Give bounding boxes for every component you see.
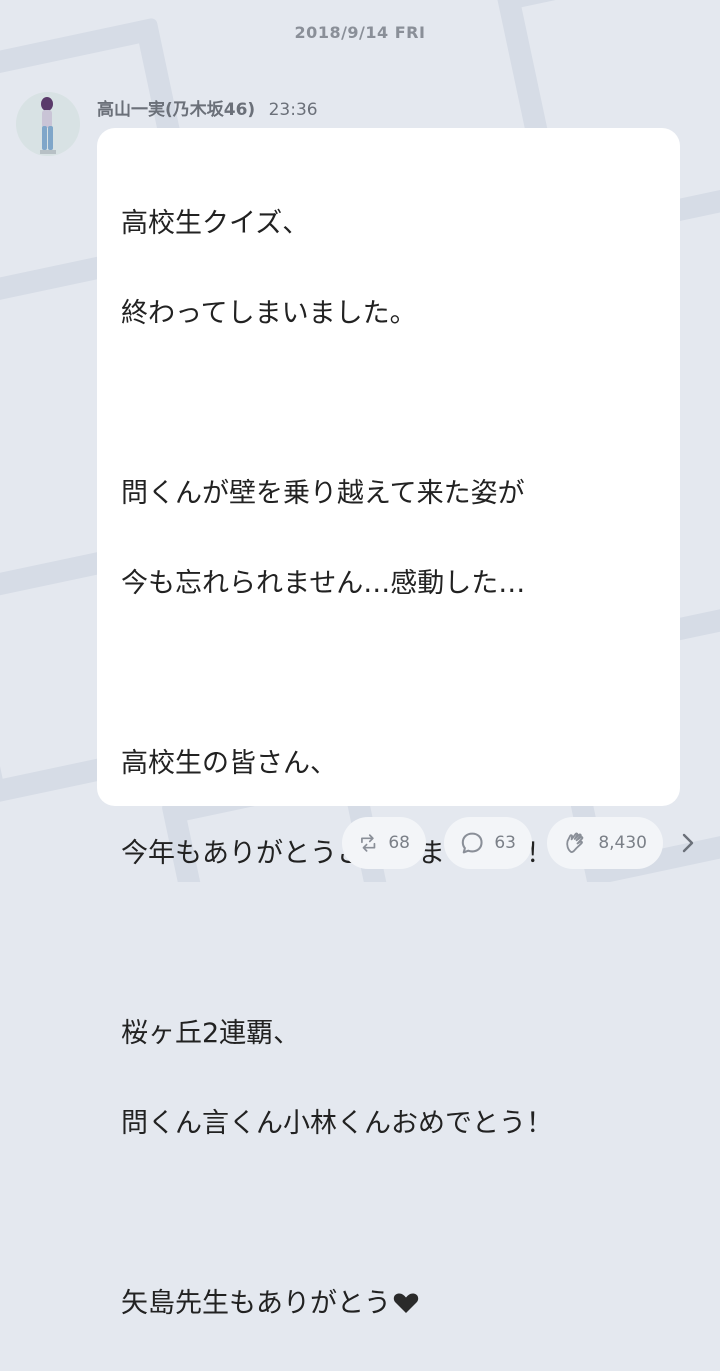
date-label: 2018/9/14 FRI (294, 23, 426, 42)
repost-button[interactable]: 68 (342, 817, 426, 869)
author-name[interactable]: 高山一実(乃木坂46) (97, 100, 255, 120)
message-line: 高校生の皆さん、 (121, 748, 337, 779)
post-header: 高山一実(乃木坂46) 23:36 (97, 95, 318, 120)
message-last-line: 矢島先生もありがとう (121, 1281, 660, 1326)
message-line (121, 1191, 660, 1236)
message-line: 問くんが壁を乗り越えて来た姿が (121, 478, 525, 509)
clap-button[interactable]: 8,430 (547, 817, 663, 869)
repost-count: 68 (388, 833, 410, 853)
message-line (121, 651, 660, 696)
message-line: 高校生クイズ、 (121, 208, 310, 239)
comment-button[interactable]: 63 (444, 817, 532, 869)
message-line (121, 921, 660, 966)
message-line: 今も忘れられません…感動した… (121, 568, 526, 599)
message-bubble: 高校生クイズ、 終わってしまいました。 問くんが壁を乗り越えて来た姿が 今も忘れ… (97, 128, 680, 1319)
message-line: 終わってしまいました。 (121, 298, 417, 329)
message-line: 矢島先生もありがとう (121, 1288, 391, 1319)
clap-icon (566, 832, 584, 853)
message-line (121, 381, 660, 426)
clap-count: 8,430 (598, 833, 647, 853)
post-time: 23:36 (268, 100, 318, 120)
reaction-bar: 68 63 8,430 (0, 817, 720, 869)
comment-count: 63 (494, 833, 516, 853)
message-line: 桜ヶ丘2連覇、 (121, 1018, 301, 1049)
message-line: 問くん言くん小林くんおめでとう！ (121, 1108, 553, 1139)
chevron-right-icon[interactable] (676, 827, 700, 859)
comment-icon (461, 832, 483, 854)
heart-icon (393, 1293, 419, 1313)
message-text: 高校生クイズ、 終わってしまいました。 問くんが壁を乗り越えて来た姿が 今も忘れ… (121, 156, 660, 1371)
avatar[interactable] (16, 92, 80, 156)
repost-icon (361, 834, 376, 852)
